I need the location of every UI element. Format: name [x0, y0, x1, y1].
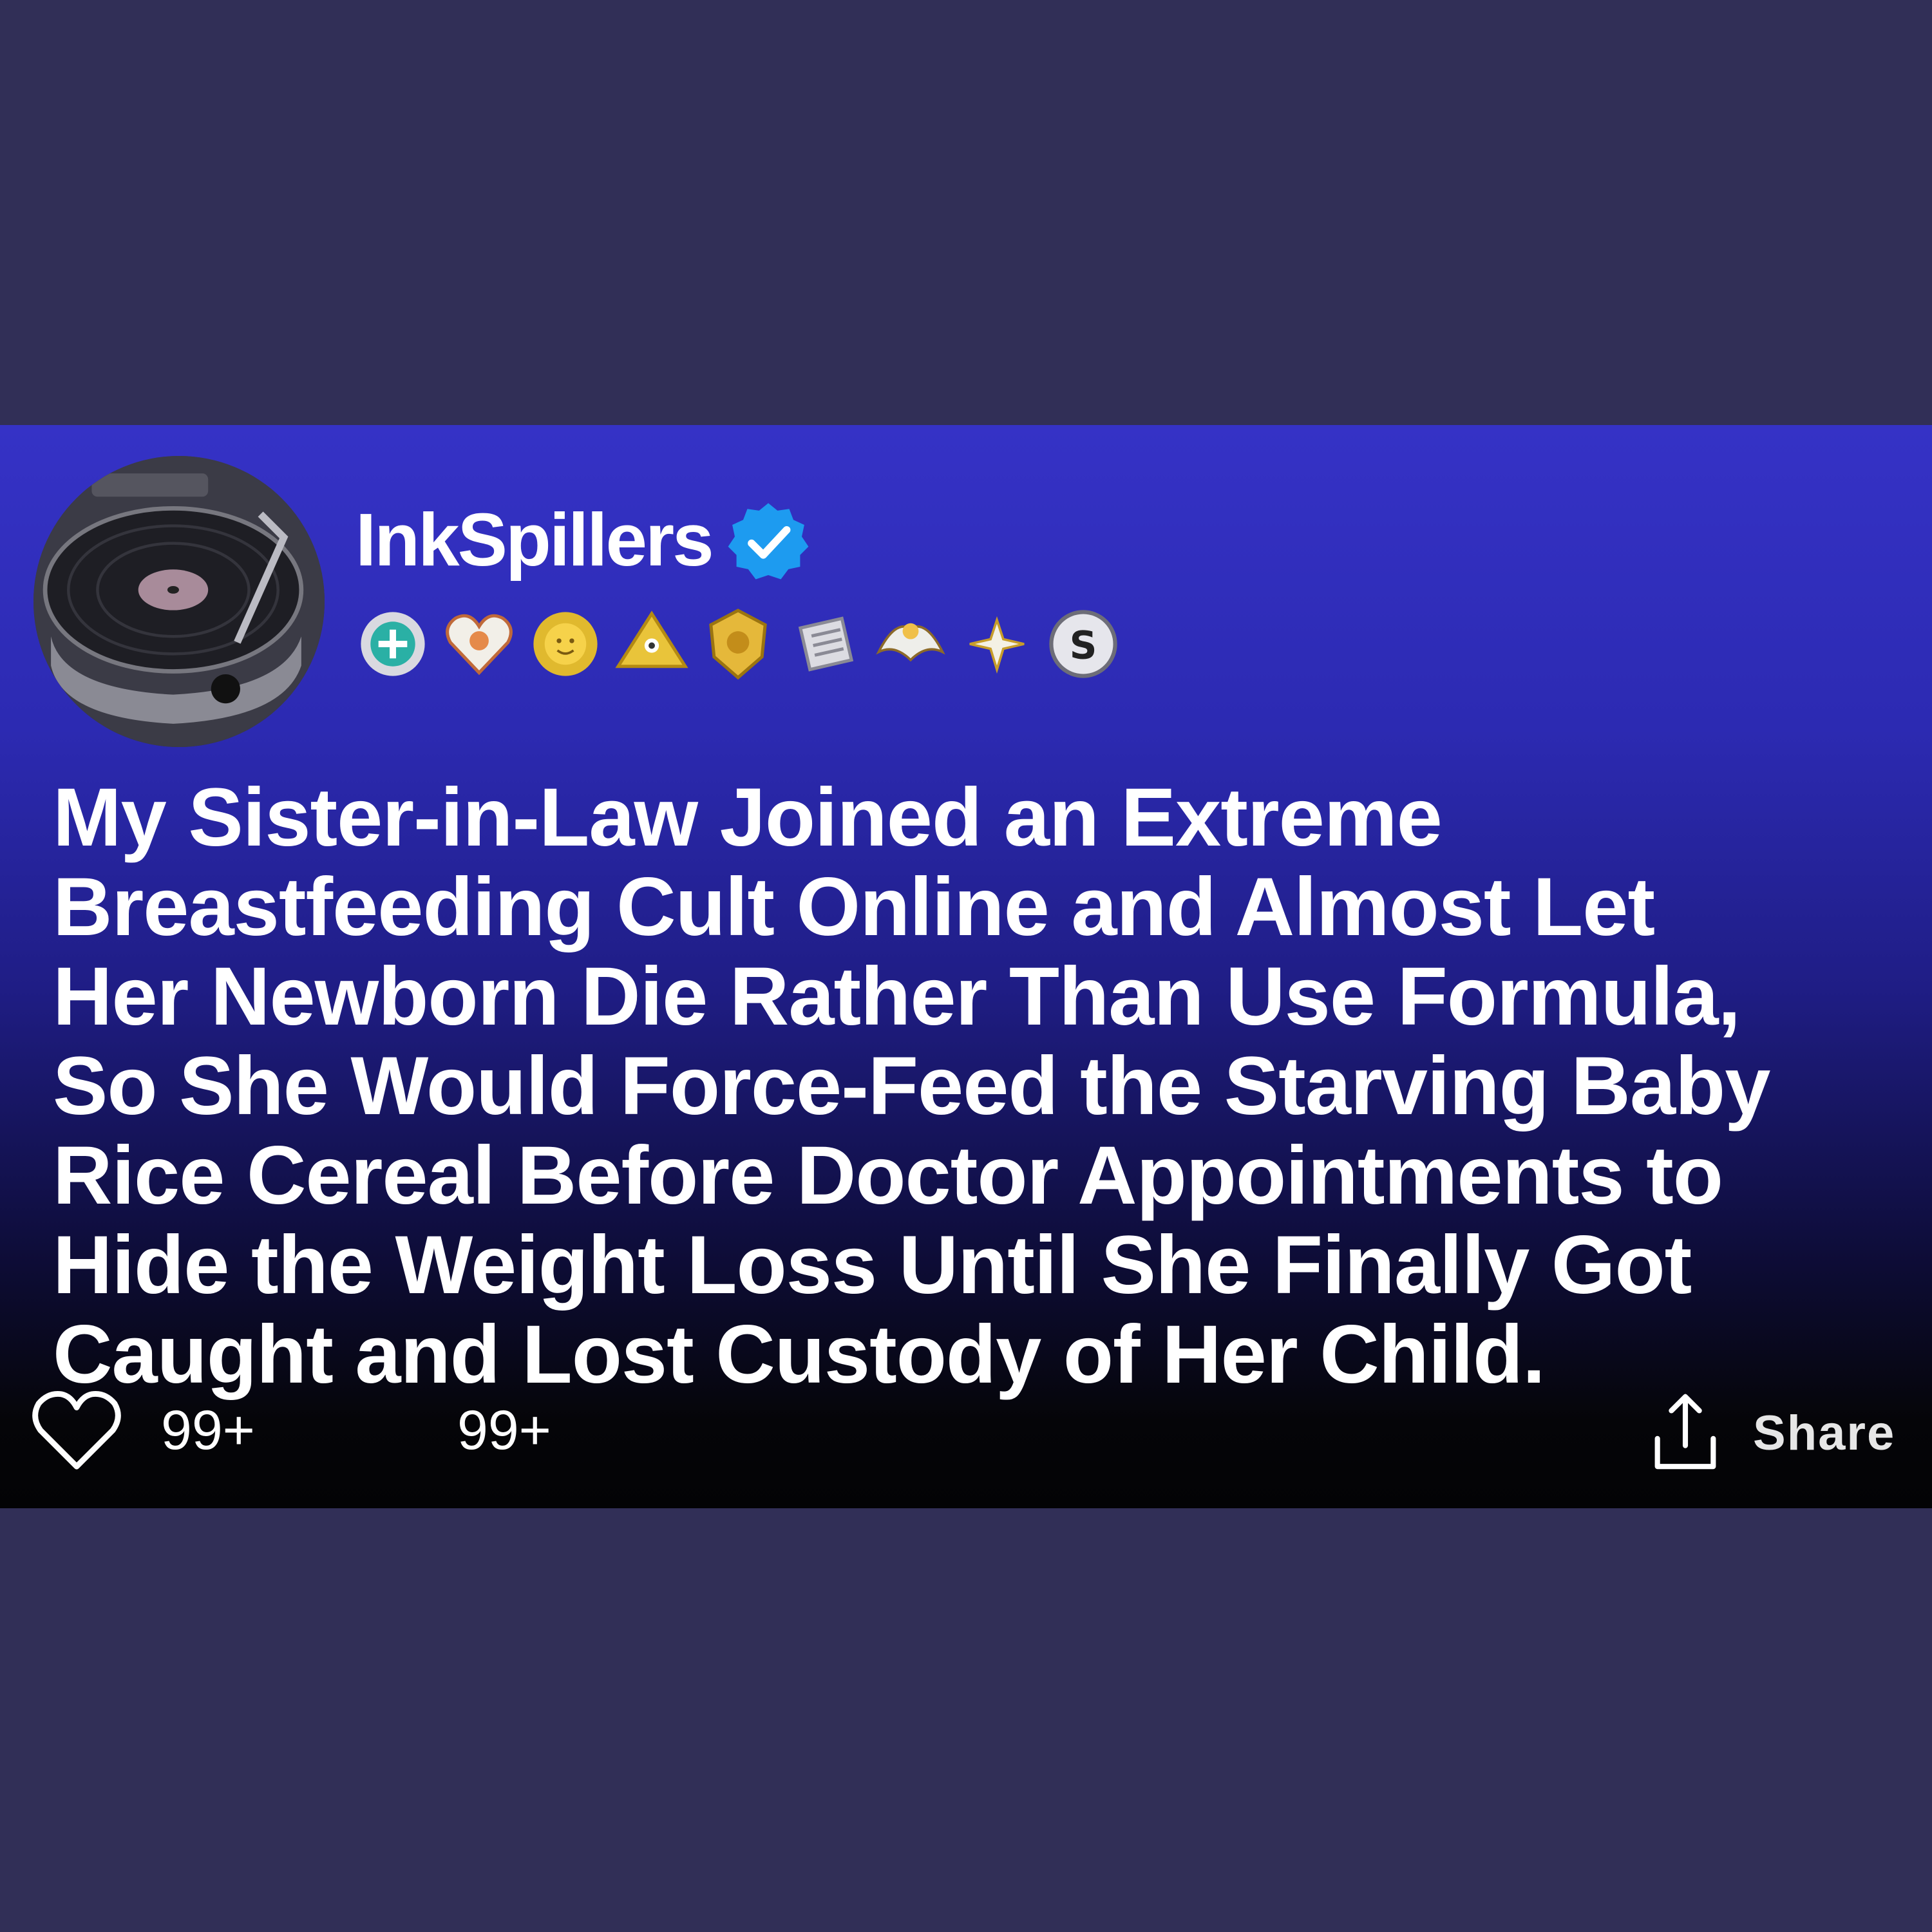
post-body-line: Hide the Weight Loss Until She Finally G… — [53, 1219, 1692, 1311]
author-username[interactable]: InkSpillers — [355, 502, 714, 577]
post-body-line: Her Newborn Die Rather Than Use Formula, — [53, 951, 1741, 1043]
post-body-line: So She Would Force-Feed the Starving Bab… — [53, 1040, 1770, 1132]
eagle-badge-icon[interactable] — [871, 604, 951, 684]
post-card[interactable]: InkSpillers S My Sister-in-Law Joined an… — [0, 425, 1932, 1508]
post-body-line: My Sister-in-Law Joined an Extreme — [53, 772, 1443, 864]
avatar[interactable] — [33, 456, 325, 747]
heart-badge-icon[interactable] — [439, 604, 519, 684]
heart-icon[interactable] — [28, 1388, 125, 1472]
scroll-badge-icon[interactable] — [784, 604, 864, 684]
share-icon[interactable] — [1650, 1390, 1721, 1473]
action-bar: 99+ 99+ Share — [0, 1385, 1932, 1481]
post-body-line: Rice Cereal Before Doctor Appointments t… — [53, 1130, 1723, 1222]
gold-crest-icon[interactable] — [698, 604, 778, 684]
share-button[interactable]: Share — [1753, 1409, 1895, 1458]
svg-text:S: S — [1070, 623, 1097, 668]
blue-medal-icon[interactable] — [353, 604, 433, 684]
pyramid-badge-icon[interactable] — [612, 604, 692, 684]
record-player-icon — [33, 456, 325, 747]
sun-badge-icon[interactable] — [526, 604, 605, 684]
badge-row: S — [353, 604, 1123, 688]
post-body: My Sister-in-Law Joined an Extreme Breas… — [53, 773, 1908, 1399]
comment-count[interactable]: 99+ — [457, 1403, 551, 1458]
verified-badge-icon — [726, 500, 810, 583]
s-coin-icon[interactable]: S — [1043, 604, 1123, 684]
post-body-line: Breastfeeding Cult Online and Almost Let — [53, 861, 1655, 953]
like-count: 99+ — [161, 1399, 255, 1461]
sparkle-badge-icon[interactable] — [957, 604, 1037, 684]
